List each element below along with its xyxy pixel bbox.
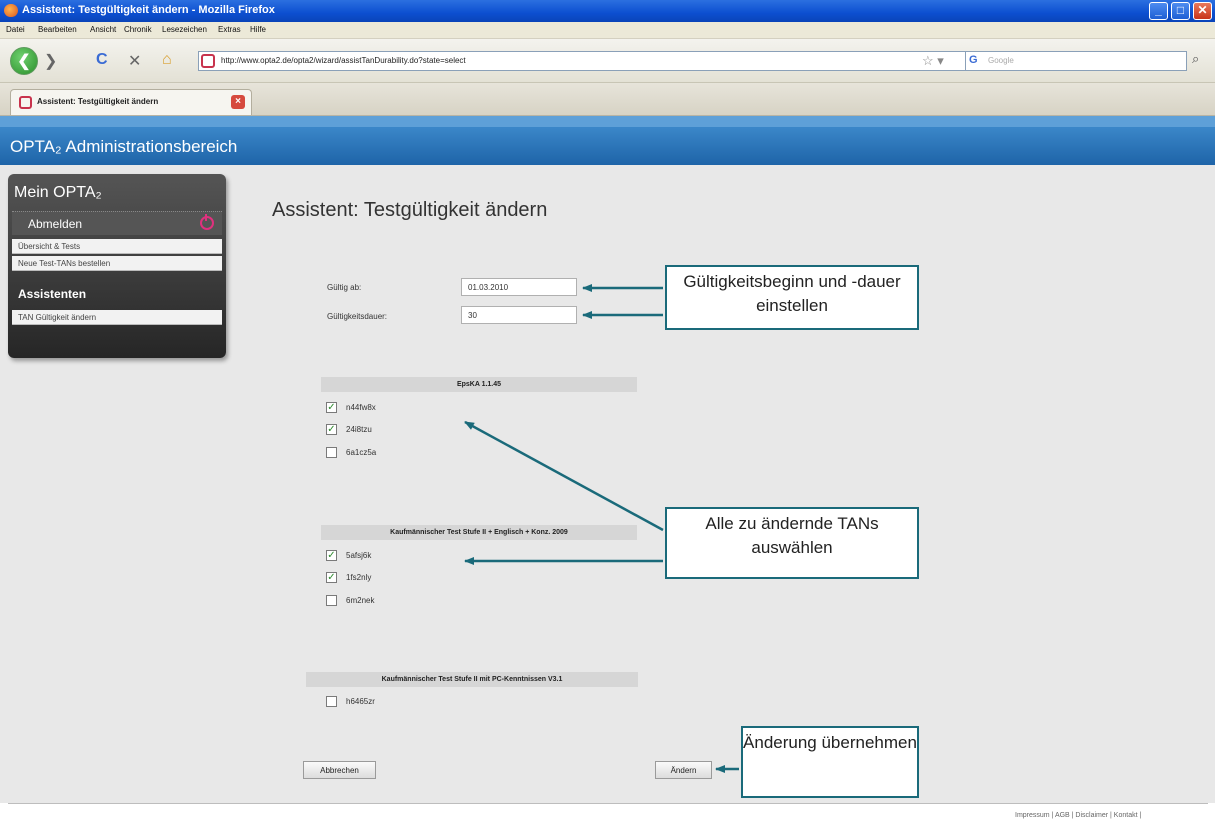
tan-checkbox[interactable]: ✓: [326, 424, 337, 435]
tan-checkbox[interactable]: [326, 696, 337, 707]
tan-checkbox[interactable]: ✓: [326, 550, 337, 561]
sidebar-title: Mein OPTA₂: [14, 184, 102, 201]
tan-checkbox[interactable]: ✓: [326, 572, 337, 583]
duration-input[interactable]: [461, 306, 577, 324]
submit-button[interactable]: Ändern: [655, 761, 712, 779]
menu-bar: Datei Bearbeiten Ansicht Chronik Lesezei…: [0, 22, 1215, 39]
tan-code: 6a1cz5a: [346, 448, 377, 457]
home-button[interactable]: ⌂: [162, 51, 172, 69]
footer-links[interactable]: Impressum | AGB | Disclaimer | Kontakt |: [1015, 812, 1141, 819]
tan-code: 24i8tzu: [346, 425, 372, 434]
tab-label: Assistent: Testgültigkeit ändern: [37, 97, 159, 106]
menu-lesezeichen[interactable]: Lesezeichen: [162, 25, 207, 34]
group-header-epska: EpsKA 1.1.45: [321, 377, 637, 392]
callout-apply: Änderung übernehmen: [741, 726, 919, 798]
menu-hilfe[interactable]: Hilfe: [250, 25, 266, 34]
tan-code: 5afsj6k: [346, 551, 372, 560]
cancel-button[interactable]: Abbrechen: [303, 761, 376, 779]
group-header-kaufm-englisch: Kaufmännischer Test Stufe II + Englisch …: [321, 525, 637, 540]
page-title: Assistent: Testgültigkeit ändern: [272, 199, 548, 221]
tan-checkbox[interactable]: ✓: [326, 402, 337, 413]
tan-code: h6465zr: [346, 697, 375, 706]
firefox-icon: [4, 4, 18, 17]
tan-code: 1fs2nly: [346, 573, 372, 582]
menu-datei[interactable]: Datei: [6, 25, 25, 34]
menu-extras[interactable]: Extras: [218, 25, 241, 34]
valid-from-label: Gültig ab:: [327, 283, 362, 292]
window-title: Assistent: Testgültigkeit ändern - Mozil…: [22, 4, 275, 16]
tab-close-icon[interactable]: ×: [231, 95, 245, 109]
tab-current[interactable]: Assistent: Testgültigkeit ändern ×: [10, 89, 252, 115]
duration-label: Gültigkeitsdauer:: [327, 312, 388, 321]
search-icon[interactable]: ⌕: [1192, 51, 1199, 67]
minimize-button[interactable]: _: [1149, 2, 1168, 20]
bookmark-star-icon[interactable]: ☆ ▾: [922, 53, 944, 69]
stop-button[interactable]: ✕: [128, 51, 141, 71]
power-icon[interactable]: [200, 214, 214, 230]
tan-checkbox[interactable]: [326, 447, 337, 458]
tan-checkbox[interactable]: [326, 595, 337, 606]
site-icon: [201, 54, 215, 68]
page-header: OPTA₂ Administrationsbereich: [0, 127, 1215, 165]
site-title: OPTA₂ Administrationsbereich: [10, 137, 238, 156]
sidebar-item-overview[interactable]: Übersicht & Tests: [12, 239, 222, 254]
search-input[interactable]: G Google: [965, 51, 1187, 71]
header-stripe: [0, 116, 1215, 127]
navigation-toolbar: ❮ ❯ C ✕ ⌂ http://www.opta2.de/opta2/wiza…: [0, 39, 1215, 83]
window-titlebar: Assistent: Testgültigkeit ändern - Mozil…: [0, 0, 1215, 22]
sidebar-item-order-tans[interactable]: Neue Test-TANs bestellen: [12, 256, 222, 271]
callout-validity: Gültigkeitsbeginn und -dauer einstellen: [665, 265, 919, 330]
menu-chronik[interactable]: Chronik: [124, 25, 152, 34]
menu-bearbeiten[interactable]: Bearbeiten: [38, 25, 77, 34]
logout-label: Abmelden: [28, 217, 83, 231]
close-window-button[interactable]: ✕: [1193, 2, 1212, 20]
address-bar[interactable]: http://www.opta2.de/opta2/wizard/assistT…: [198, 51, 1023, 71]
tan-code: 6m2nek: [346, 596, 375, 605]
google-icon[interactable]: G: [969, 54, 978, 66]
tab-bar: Assistent: Testgültigkeit ändern ×: [0, 83, 1215, 116]
sidebar-item-change-validity[interactable]: TAN Gültigkeit ändern: [12, 310, 222, 325]
tan-code: n44fw8x: [346, 403, 376, 412]
logout-button[interactable]: Abmelden: [12, 211, 222, 235]
reload-button[interactable]: C: [96, 51, 108, 69]
group-header-kaufm-pc: Kaufmännischer Test Stufe II mit PC-Kenn…: [306, 672, 638, 687]
sidebar: Mein OPTA₂ Abmelden Übersicht & Tests Ne…: [8, 174, 226, 358]
sidebar-section-assistants: Assistenten: [18, 287, 87, 301]
menu-ansicht[interactable]: Ansicht: [90, 25, 116, 34]
callout-select-tans: Alle zu ändernde TANs auswählen: [665, 507, 919, 579]
back-button[interactable]: ❮: [10, 47, 38, 75]
maximize-button[interactable]: □: [1171, 2, 1190, 20]
valid-from-input[interactable]: [461, 278, 577, 296]
content-divider: [8, 803, 1208, 804]
tab-site-icon: [19, 96, 32, 109]
search-placeholder: Google: [988, 56, 1014, 65]
url-text: http://www.opta2.de/opta2/wizard/assistT…: [221, 56, 466, 65]
forward-button[interactable]: ❯: [44, 51, 57, 71]
